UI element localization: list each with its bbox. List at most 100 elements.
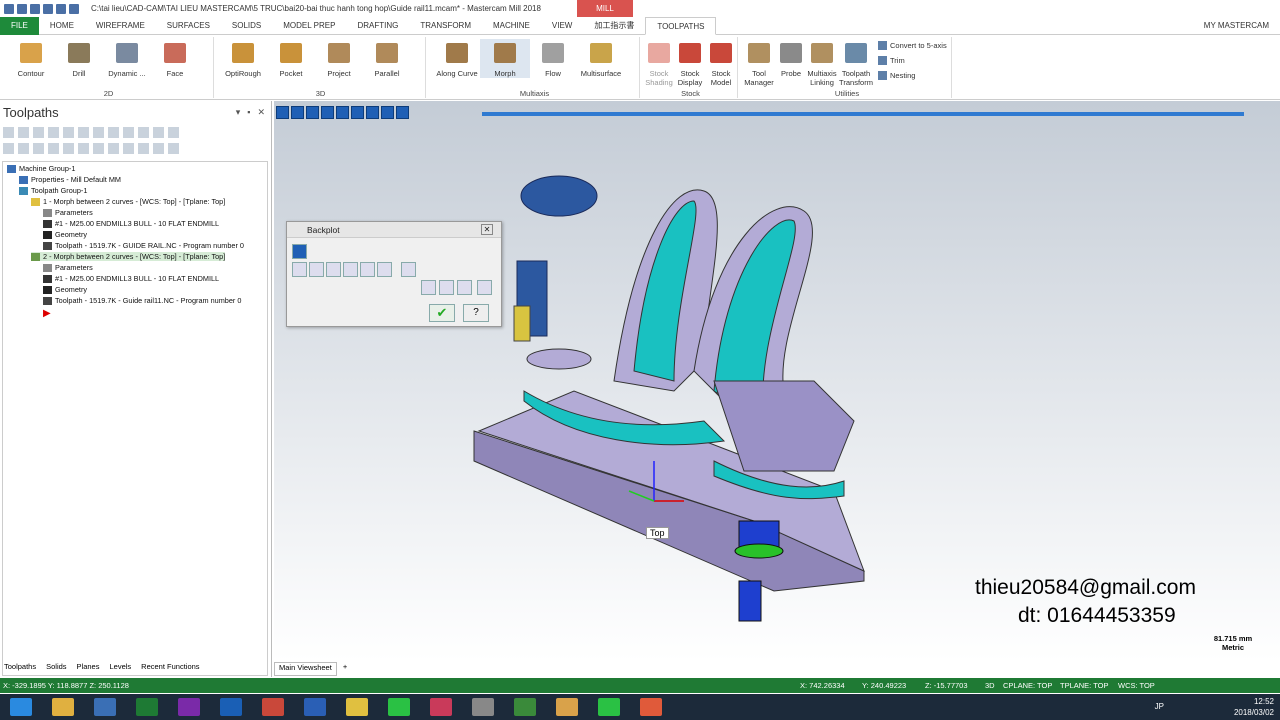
tab-recent-functions-panel[interactable]: Recent Functions [141,662,199,676]
tree-node-properties[interactable]: Properties - Mill Default MM [19,175,121,184]
color-icon[interactable] [360,262,375,277]
stop-icon[interactable] [291,105,304,119]
close-icon[interactable]: ✕ [481,224,493,235]
tree-node-toolpath-2[interactable]: Toolpath - 1519.7K - Guide rail11.NC - P… [43,296,241,305]
rewind-icon[interactable] [321,105,334,119]
verify-icon[interactable] [421,280,436,295]
trace-icon[interactable] [381,105,394,119]
powerpoint-icon[interactable] [262,698,284,716]
tab-home[interactable]: HOME [39,17,85,35]
tree-node-tool-2[interactable]: #1 - M25.00 ENDMILL3 BULL - 10 FLAT ENDM… [43,274,219,283]
tree-node-tool-1[interactable]: #1 - M25.00 ENDMILL3 BULL - 10 FLAT ENDM… [43,219,219,228]
help-icon[interactable] [401,262,416,277]
tplane-status[interactable]: TPLANE: TOP [1060,681,1109,690]
trace-icon[interactable] [439,280,454,295]
path-display-icon[interactable] [292,262,307,277]
wcs-status[interactable]: WCS: TOP [1118,681,1155,690]
parallel-button[interactable]: Parallel [362,39,412,78]
step-forward-icon[interactable] [336,105,349,119]
toolpath-tree[interactable]: Machine Group-1 Properties - Mill Defaul… [2,161,268,676]
toolpath-toolbar-2[interactable] [3,143,179,157]
nesting-button[interactable]: Nesting [878,71,915,80]
tab-my-mastercam[interactable]: MY MASTERCAM [1193,17,1280,35]
media-player-icon[interactable] [94,698,116,716]
tab-wireframe[interactable]: WIREFRAME [85,17,156,35]
auto-hide-icon[interactable]: ▪ [247,107,250,118]
save-icon[interactable] [477,280,492,295]
stock-model-button[interactable]: Stock Model [705,39,737,87]
tree-node-parameters-2[interactable]: Parameters [43,263,93,272]
morph-button[interactable]: Morph [480,39,530,78]
play-icon[interactable] [276,105,289,119]
tab-levels-panel[interactable]: Levels [109,662,131,676]
stock-display-icon[interactable] [343,262,358,277]
excel-icon[interactable] [136,698,158,716]
trim-button[interactable]: Trim [878,56,905,65]
holder-display-icon[interactable] [326,262,341,277]
tab-file[interactable]: FILE [0,16,39,35]
app-icon[interactable] [472,698,494,716]
tool-manager-button[interactable]: Tool Manager [742,39,776,87]
tab-surfaces[interactable]: SURFACES [156,17,221,35]
toolpath-toolbar-1[interactable] [3,127,179,141]
file-explorer-icon[interactable] [52,698,74,716]
convert-5-axis-button[interactable]: Convert to 5-axis [878,41,947,50]
tab-view[interactable]: VIEW [541,17,583,35]
tree-node-toolpath-group[interactable]: Toolpath Group-1 [19,186,87,195]
collapse-icon[interactable] [292,244,307,259]
tab-transform[interactable]: TRANSFORM [409,17,482,35]
tab-machine[interactable]: MACHINE [482,17,541,35]
drill-button[interactable]: Drill [54,39,104,78]
multiaxis-linking-button[interactable]: Multiaxis Linking [806,39,838,87]
contour-button[interactable]: Contour [6,39,56,78]
quick-access-toolbar[interactable] [0,3,79,14]
tree-node-toolpath-1[interactable]: Toolpath - 1519.7K - GUIDE RAIL.NC - Pro… [43,241,244,250]
tab-solids-panel[interactable]: Solids [46,662,66,676]
tree-node-geometry-1[interactable]: Geometry [43,230,87,239]
screenshot-icon[interactable] [457,280,472,295]
stock-display-button[interactable]: Stock Display [674,39,706,87]
start-icon[interactable] [10,698,32,716]
tab-model-prep[interactable]: MODEL PREP [272,17,346,35]
face-button[interactable]: Face [150,39,200,78]
tool-icon[interactable] [377,262,392,277]
dynamic-button[interactable]: Dynamic ... [102,39,152,78]
insert-arrow-icon[interactable]: ▶ [43,308,51,319]
step-back-icon[interactable] [306,105,319,119]
tab-toolpaths-panel[interactable]: Toolpaths [4,662,36,676]
end-icon[interactable] [366,105,379,119]
tree-node-geometry-2[interactable]: Geometry [43,285,87,294]
add-viewsheet-icon[interactable]: + [343,662,347,676]
y-coordinate[interactable]: Y: 240.49223 [862,681,906,690]
app-icon[interactable] [640,698,662,716]
tab-planes-panel[interactable]: Planes [77,662,100,676]
system-tray[interactable]: JP 12:52 2018/03/02 [1155,696,1274,718]
app-icon[interactable] [556,698,578,716]
cplane-status[interactable]: CPLANE: TOP [1003,681,1052,690]
tab-toolpaths[interactable]: TOOLPATHS [645,16,717,35]
tree-node-operation-1[interactable]: 1 - Morph between 2 curves - [WCS: Top] … [31,197,225,206]
stock-shading-button[interactable]: Stock Shading [644,39,674,87]
fast-forward-icon[interactable] [351,105,364,119]
tab-machining-instructions[interactable]: 加工指示書 [583,17,645,35]
x-coordinate[interactable]: X: 742.26334 [800,681,845,690]
tool-display-icon[interactable] [309,262,324,277]
outlook-icon[interactable] [220,698,242,716]
tree-node-parameters-1[interactable]: Parameters [43,208,93,217]
toolpath-transform-button[interactable]: Toolpath Transform [838,39,874,87]
flow-button[interactable]: Flow [528,39,578,78]
tab-main-viewsheet[interactable]: Main Viewsheet [274,662,337,676]
optirough-button[interactable]: OptiRough [218,39,268,78]
probe-button[interactable]: Probe [776,39,806,78]
chrome-icon[interactable] [346,698,368,716]
pin-icon[interactable]: ▾ [236,107,241,118]
backplot-progress-slider[interactable] [482,112,1244,116]
help-button[interactable]: ? [463,304,489,322]
tab-drafting[interactable]: DRAFTING [346,17,409,35]
tab-solids[interactable]: SOLIDS [221,17,272,35]
onenote-icon[interactable] [178,698,200,716]
tree-node-machine-group[interactable]: Machine Group-1 [7,164,75,173]
line-icon[interactable] [388,698,410,716]
along-curve-button[interactable]: Along Curve [432,39,482,78]
multisurface-button[interactable]: Multisurface [576,39,626,78]
